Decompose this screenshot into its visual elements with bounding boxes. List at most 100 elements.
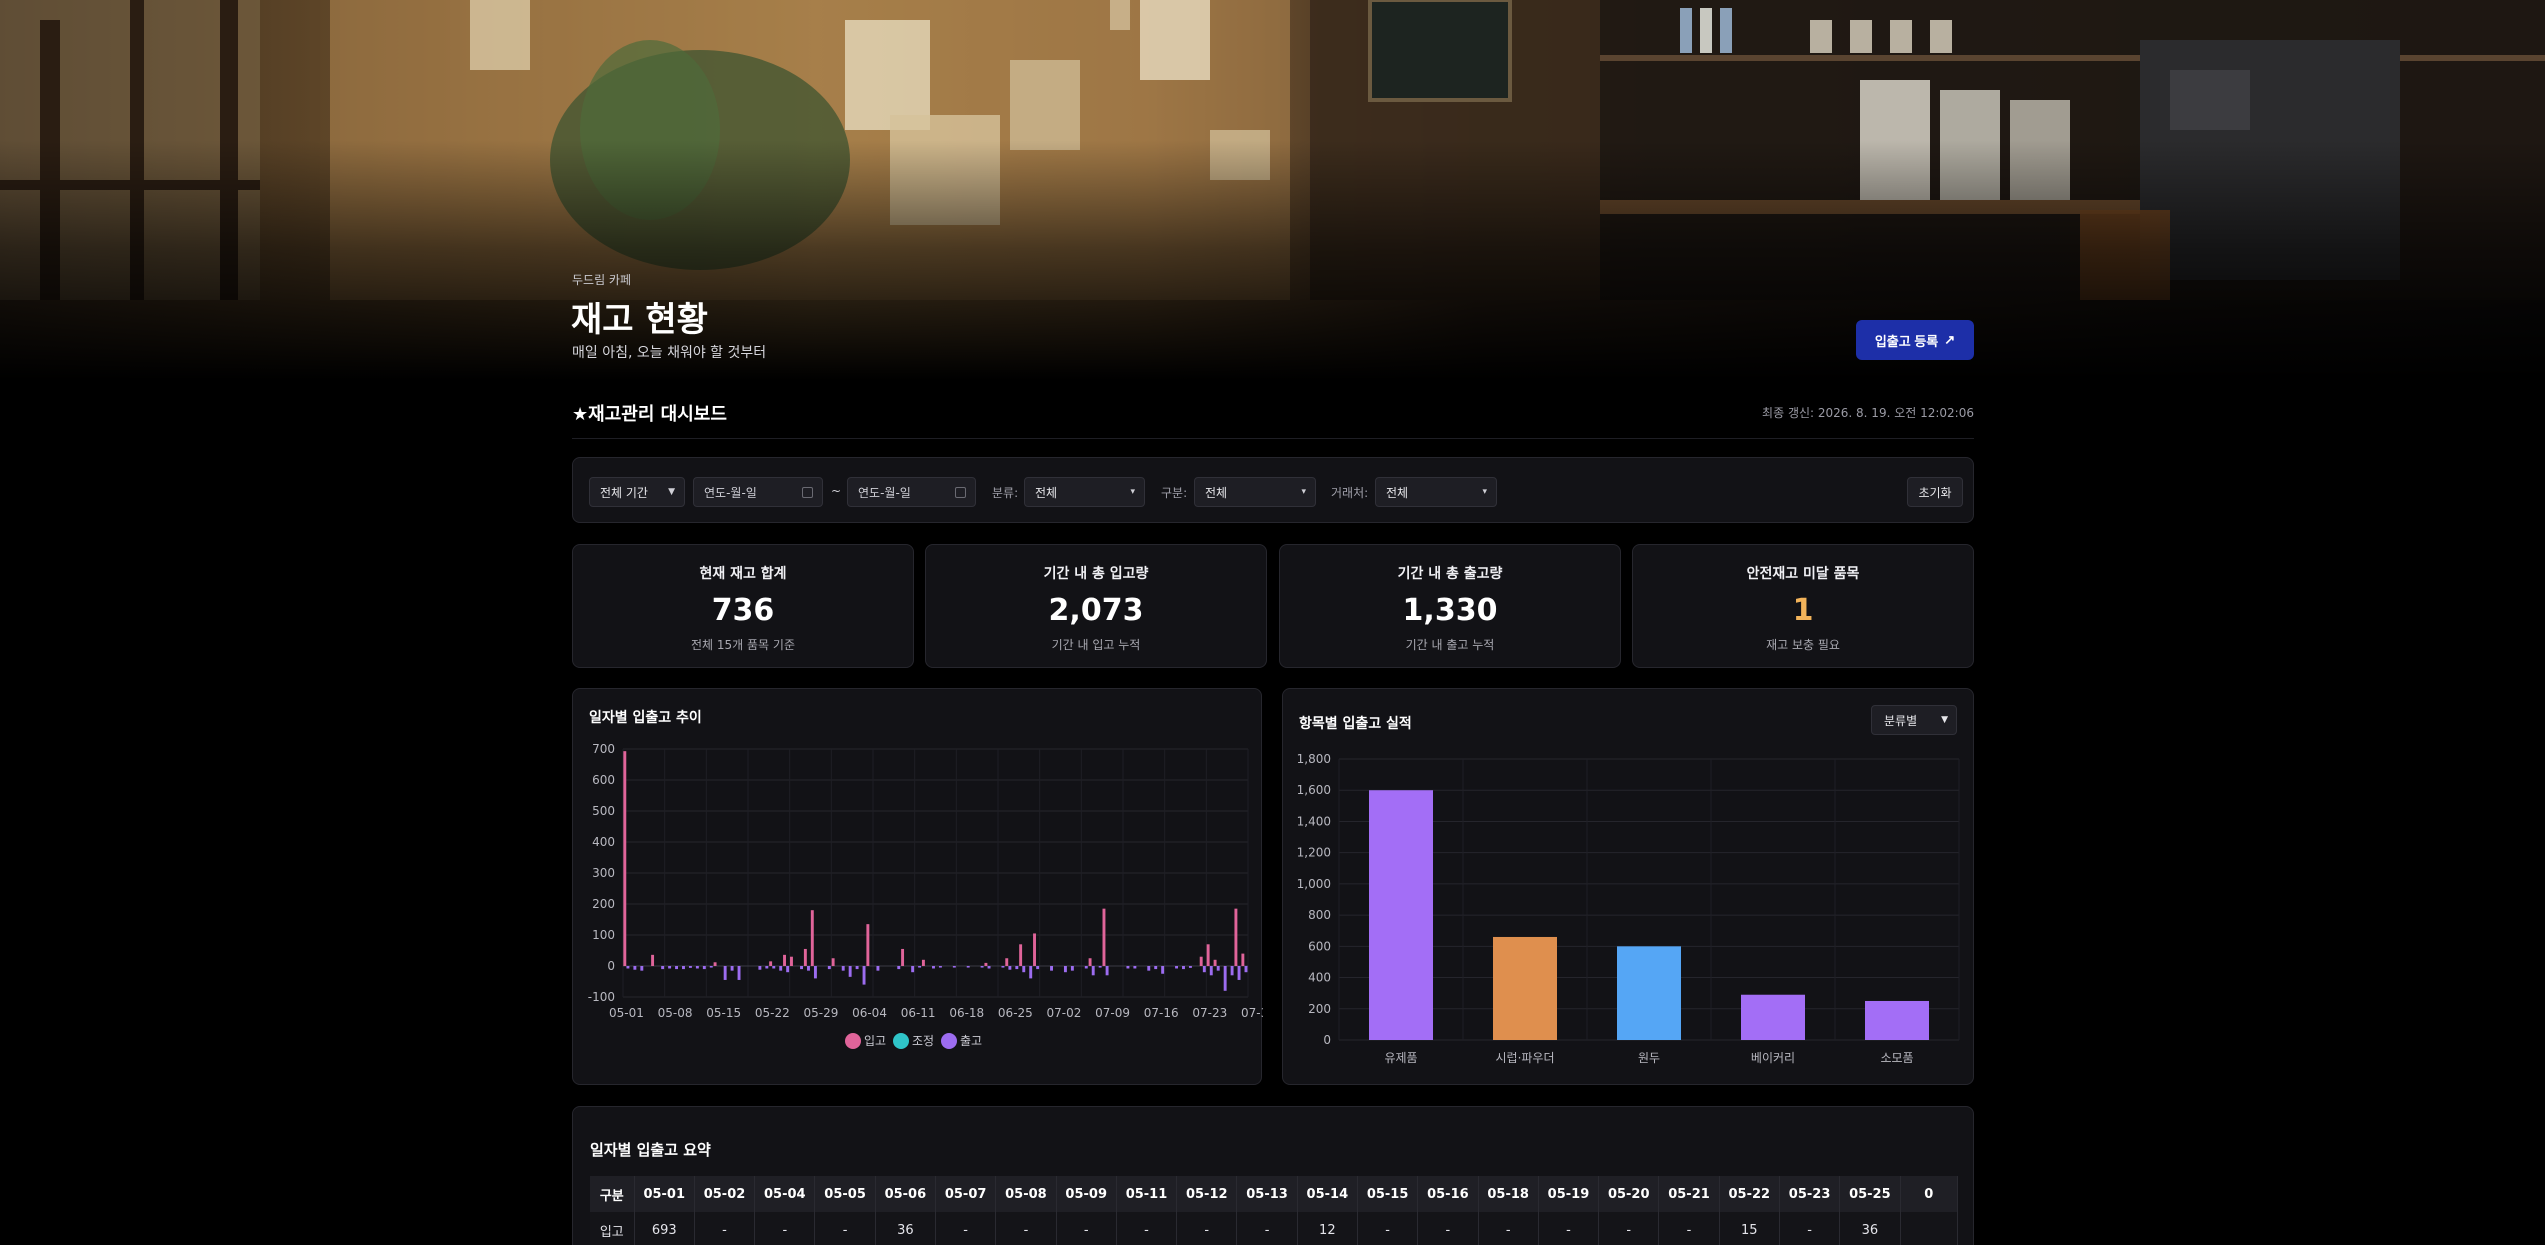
category-select[interactable]: 전체 ▾ bbox=[1024, 477, 1145, 507]
bar-출고 bbox=[1063, 966, 1067, 973]
bar-출고 bbox=[1105, 966, 1109, 976]
bar-출고 bbox=[855, 966, 859, 970]
bar-출고 bbox=[1036, 966, 1040, 970]
column-header: 05-13 bbox=[1236, 1176, 1298, 1212]
y-tick-label: 600 bbox=[1308, 939, 1331, 953]
column-header: 05-16 bbox=[1417, 1176, 1479, 1212]
bar-입고 bbox=[901, 948, 905, 966]
legend-label: 조정 bbox=[912, 1034, 934, 1048]
legend-swatch bbox=[845, 1033, 861, 1049]
y-tick-label: 1,200 bbox=[1297, 846, 1331, 860]
bar-원두 bbox=[1617, 946, 1681, 1040]
hero-banner: 두드림 카페 재고 현황 매일 아침, 오늘 채워야 할 것부터 입출고 등록 … bbox=[0, 0, 2545, 380]
bar-출고 bbox=[897, 966, 901, 970]
reset-button[interactable]: 초기화 bbox=[1907, 477, 1963, 507]
bar-입고 bbox=[783, 954, 786, 966]
y-tick-label: 200 bbox=[592, 897, 615, 911]
bar-출고 bbox=[841, 966, 845, 971]
group-by-select[interactable]: 분류별 ▼ bbox=[1871, 705, 1957, 735]
column-header: 구분 bbox=[590, 1176, 635, 1212]
column-header: 05-15 bbox=[1357, 1176, 1419, 1212]
category-select-value: 전체 bbox=[1035, 485, 1058, 500]
bar-입고 bbox=[831, 958, 835, 966]
column-header: 05-20 bbox=[1598, 1176, 1660, 1212]
column-header: 05-11 bbox=[1116, 1176, 1178, 1212]
column-header: 05-01 bbox=[634, 1176, 695, 1212]
column-header: 05-21 bbox=[1658, 1176, 1720, 1212]
chart-title: 항목별 입출고 실적 bbox=[1299, 716, 1412, 732]
start-date-input[interactable]: 연도-월-일 bbox=[693, 477, 823, 507]
x-tick-label: 07-09 bbox=[1095, 1006, 1130, 1020]
bar-출고 bbox=[862, 966, 866, 985]
kpi-label: 안전재고 미달 품목 bbox=[1746, 566, 1860, 582]
x-tick-label: 05-22 bbox=[755, 1006, 790, 1020]
bar-출고 bbox=[1223, 966, 1227, 991]
daily-trend-chart: 700 600 500 400 300 200 100 0 -100 05-01 05-08 05-1… bbox=[588, 742, 1276, 1049]
y-tick-label: 300 bbox=[592, 866, 615, 880]
bar-출고 bbox=[1022, 966, 1026, 973]
chevron-down-icon: ▼ bbox=[668, 487, 675, 497]
y-tick-label: 400 bbox=[1308, 971, 1331, 985]
period-select[interactable]: 전체 기간 ▼ bbox=[589, 477, 685, 507]
kpi-card-total-inbound: 기간 내 총 입고량 2,073 기간 내 입고 누적 bbox=[925, 544, 1267, 668]
bar-입고 bbox=[1213, 959, 1217, 966]
column-header: 05-07 bbox=[935, 1176, 997, 1212]
bar-입고 bbox=[769, 961, 773, 966]
kpi-label: 기간 내 총 출고량 bbox=[1397, 566, 1503, 582]
y-tick-label: 0 bbox=[607, 959, 615, 973]
y-tick-label: 100 bbox=[592, 928, 615, 942]
kpi-label: 현재 재고 합계 bbox=[699, 566, 787, 582]
table-cell: - bbox=[1538, 1212, 1600, 1245]
daily-summary-panel: 일자별 입출고 요약 구분 05-01 05-02 05-04 05-05 05-06 05… bbox=[572, 1106, 1974, 1245]
bar-출고 bbox=[848, 966, 852, 977]
bar-출고 bbox=[737, 966, 741, 980]
bar-입고 bbox=[803, 948, 807, 966]
header-divider bbox=[572, 438, 1974, 439]
table-cell: - bbox=[1116, 1212, 1178, 1245]
period-select-value: 전체 기간 bbox=[600, 485, 648, 500]
end-date-input[interactable]: 연도-월-일 bbox=[847, 477, 976, 507]
hero-eyebrow: 두드림 카페 bbox=[572, 273, 632, 287]
kpi-note: 재고 보충 필요 bbox=[1766, 638, 1840, 652]
bar-출고 bbox=[765, 966, 769, 969]
bar-입고 bbox=[810, 910, 814, 966]
chart-title: 일자별 입출고 추이 bbox=[589, 710, 702, 726]
caret-down-icon: ▾ bbox=[1301, 487, 1306, 497]
y-tick-label: 500 bbox=[592, 804, 615, 818]
bar-베이커리 bbox=[1741, 994, 1805, 1040]
column-header: 05-02 bbox=[694, 1176, 756, 1212]
bar-출고 bbox=[952, 966, 956, 968]
table-header-row: 구분 05-01 05-02 05-04 05-05 05-06 05-07 05-08 05-… bbox=[590, 1176, 1958, 1212]
bar-출고 bbox=[1237, 966, 1241, 980]
item-performance-chart-panel: 항목별 입출고 실적 분류별 ▼ 1,800 1,600 1,400 1,200 1,0… bbox=[1282, 688, 1974, 1085]
category-filter-label: 분류: bbox=[992, 486, 1019, 500]
x-tick-label: 유제품 bbox=[1384, 1051, 1417, 1065]
type-filter-label: 구분: bbox=[1161, 486, 1188, 500]
x-tick-label: 베이커리 bbox=[1751, 1051, 1795, 1065]
x-tick-label: 06-25 bbox=[998, 1006, 1033, 1020]
bar-출고 bbox=[709, 966, 713, 968]
column-header: 05-19 bbox=[1538, 1176, 1600, 1212]
date-range-separator: ~ bbox=[831, 484, 842, 498]
type-select[interactable]: 전체 ▾ bbox=[1194, 477, 1316, 507]
chevron-down-icon: ▼ bbox=[1941, 715, 1948, 725]
kpi-card-current-stock: 현재 재고 합계 736 전체 15개 품목 기준 bbox=[572, 544, 914, 668]
y-tick-label: 800 bbox=[1308, 908, 1331, 922]
bar-출고 bbox=[668, 966, 672, 969]
bar-출고 bbox=[1161, 966, 1165, 974]
x-tick-label: 05-08 bbox=[658, 1006, 693, 1020]
table-cell: - bbox=[1598, 1212, 1660, 1245]
column-header: 05-08 bbox=[995, 1176, 1057, 1212]
y-tick-label: 400 bbox=[592, 835, 615, 849]
bar-출고 bbox=[827, 966, 831, 970]
summary-table-scroll[interactable]: 구분 05-01 05-02 05-04 05-05 05-06 05-07 05-08 05-… bbox=[590, 1176, 1958, 1245]
vendor-select[interactable]: 전체 ▾ bbox=[1375, 477, 1497, 507]
x-tick-label: 07-16 bbox=[1144, 1006, 1179, 1020]
x-tick-label: 소모품 bbox=[1880, 1051, 1913, 1065]
table-cell: - bbox=[1478, 1212, 1539, 1245]
table-cell: - bbox=[814, 1212, 876, 1245]
x-tick-label: 원두 bbox=[1638, 1051, 1660, 1065]
start-date-placeholder: 연도-월-일 bbox=[704, 485, 757, 500]
register-stock-button[interactable]: 입출고 등록 ↗ bbox=[1856, 320, 1974, 360]
calendar-icon bbox=[802, 486, 813, 498]
